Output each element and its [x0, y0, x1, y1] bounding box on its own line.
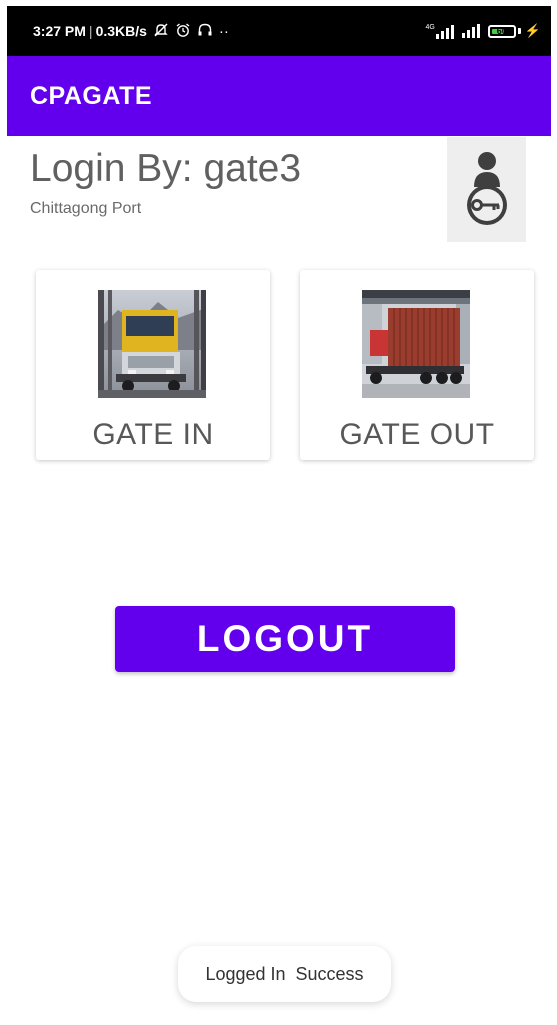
status-time: 3:27 PM [33, 23, 86, 39]
battery-level: 60 [496, 25, 507, 36]
network-type-label: 4G [425, 23, 435, 31]
gate-in-label: GATE IN [92, 418, 214, 451]
logout-button[interactable]: LOGOUT [115, 606, 455, 672]
battery-cap [517, 28, 521, 34]
gate-out-card[interactable]: GATE OUT [300, 270, 534, 460]
signal-icon-secondary [461, 24, 480, 38]
mute-icon [153, 22, 169, 41]
app-title: CPAGATE [30, 81, 153, 110]
battery-icon: 60 [487, 24, 516, 38]
signal-icon [435, 24, 454, 39]
status-speed: 0.3KB/s [95, 23, 147, 39]
gate-out-label: GATE OUT [339, 418, 495, 451]
headset-icon [197, 22, 213, 41]
more-notifications-icon: ·· [218, 22, 229, 40]
login-title: Login By: gate3 [30, 147, 302, 190]
toast-message: Logged In Success [178, 946, 391, 1002]
container-truck-image [362, 290, 470, 398]
status-bar: 3:27 PM | 0.3KB/s ·· 4G 60 ⚡ [7, 6, 551, 56]
charging-icon: ⚡ [524, 23, 541, 38]
app-bar: CPAGATE [7, 56, 551, 136]
profile-button[interactable] [447, 137, 526, 242]
gate-in-card[interactable]: GATE IN [36, 270, 270, 460]
user-key-icon [466, 151, 507, 225]
status-left: 3:27 PM | 0.3KB/s ·· [33, 6, 229, 56]
login-subtitle: Chittagong Port [30, 200, 142, 217]
status-separator: | [88, 23, 93, 39]
status-right: 4G 60 ⚡ [425, 6, 541, 56]
alarm-icon [175, 22, 191, 41]
signal-4g-indicator: 4G [425, 23, 454, 39]
truck-at-gate-image [98, 290, 206, 398]
